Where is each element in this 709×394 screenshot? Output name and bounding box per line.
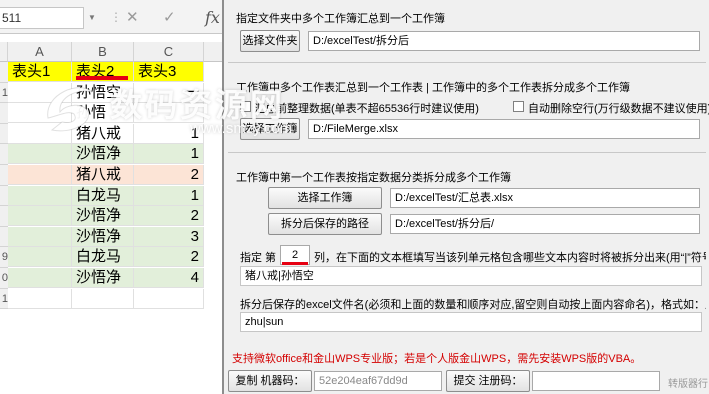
header-cell-c[interactable]: 表头3: [134, 62, 204, 82]
save-path-button[interactable]: 拆分后保存的路径: [268, 213, 382, 235]
header-cell-a[interactable]: 表头1: [8, 62, 72, 82]
row-header[interactable]: [0, 226, 8, 248]
organize-data-checkbox[interactable]: [240, 101, 251, 112]
cell-a[interactable]: [8, 247, 72, 268]
cell-b[interactable]: 白龙马: [72, 247, 134, 268]
column-header-b[interactable]: B: [72, 42, 134, 62]
cell-a[interactable]: [8, 123, 72, 144]
save-path-field[interactable]: D:/excelTest/拆分后/: [390, 214, 700, 234]
support-note: 支持微软office和金山WPS专业版；若是个人版金山WPS，需先安装WPS版的…: [232, 353, 642, 365]
cell-a[interactable]: [8, 206, 72, 227]
output-filename-label: 拆分后保存的excel文件名(必须和上面的数量和顺序对应,留空则自动按上面内容命…: [240, 299, 706, 311]
cell-a[interactable]: [8, 185, 72, 206]
excel-window: 511 ▼ ⋮ ✕ ✓ fx A B C 表头1 表头2 表头3 1 孙悟空一孙悟 猪八戒…: [0, 0, 240, 394]
cell-b[interactable]: 白龙马: [72, 185, 134, 206]
cell-b[interactable]: 沙悟净: [72, 226, 134, 247]
row-header[interactable]: 0: [0, 268, 8, 289]
row-header[interactable]: [0, 103, 8, 124]
cell-c[interactable]: 3: [134, 226, 204, 247]
cell-c[interactable]: [134, 288, 204, 309]
source-workbook-field[interactable]: D:/excelTest/汇总表.xlsx: [390, 188, 700, 208]
cell-b[interactable]: 猪八戒: [72, 123, 134, 144]
row-header[interactable]: 1: [0, 288, 8, 310]
cell-b[interactable]: 孙悟空: [72, 82, 134, 103]
cell-c[interactable]: 2: [134, 165, 204, 185]
cell-c[interactable]: 1: [134, 185, 204, 206]
copy-machine-code-button[interactable]: 复制 机器码：: [228, 370, 312, 392]
row-header[interactable]: [0, 206, 8, 227]
cell-c[interactable]: 1: [134, 123, 204, 144]
cell-c[interactable]: 2: [134, 247, 204, 268]
cell-a[interactable]: [8, 144, 72, 165]
column-header-c[interactable]: C: [134, 42, 204, 62]
cell-b[interactable]: 孙悟: [72, 103, 134, 124]
section-divider: [228, 152, 706, 153]
cell-a[interactable]: [8, 226, 72, 247]
column-header-a[interactable]: A: [8, 42, 72, 62]
red-annotation-underline: [282, 262, 308, 265]
row-header[interactable]: 1: [0, 82, 8, 104]
section-split-title: 工作簿中第一个工作表按指定数据分类拆分成多个工作簿: [236, 172, 511, 184]
submit-registration-button[interactable]: 提交 注册码：: [446, 370, 530, 392]
cell-a[interactable]: [8, 82, 72, 103]
enter-formula-button[interactable]: ✓: [163, 8, 176, 26]
row-header[interactable]: [0, 62, 8, 83]
select-workbook-button[interactable]: 选择工作簿: [240, 118, 300, 140]
row-header[interactable]: [0, 123, 8, 145]
output-filename-field[interactable]: zhu|sun: [240, 312, 702, 332]
status-label: 转版器行: [668, 379, 708, 390]
delete-empty-rows-label: 自动删除空行(万行级数据不建议使用): [528, 103, 709, 115]
cell-c[interactable]: 2: [134, 206, 204, 227]
split-merge-dialog: 指定文件夹中多个工作簿汇总到一个工作簿 选择文件夹 D:/excelTest/拆…: [222, 0, 709, 394]
section-merge-sheets-title: 工作簿中多个工作表汇总到一个工作表 | 工作簿中的多个工作表拆分成多个工作簿: [236, 82, 630, 94]
row-header[interactable]: [0, 165, 8, 186]
delete-empty-rows-checkbox[interactable]: [513, 101, 524, 112]
cell-c[interactable]: 4: [134, 268, 204, 288]
column-instruction-label: 列，在下面的文本框填写当该列单元格包含哪些文本内容时将被拆分出来(用“|”符号分…: [314, 252, 706, 264]
section-merge-folder-title: 指定文件夹中多个工作簿汇总到一个工作簿: [236, 13, 445, 25]
select-workbook-button[interactable]: 选择工作簿: [268, 187, 382, 209]
cell-b[interactable]: 猪八戒: [72, 165, 134, 185]
cell-a[interactable]: [8, 103, 72, 124]
name-box[interactable]: 511: [0, 7, 84, 29]
column-prefix-label: 指定 第: [240, 252, 277, 264]
filter-values-field[interactable]: 猪八戒|孙悟空: [240, 266, 702, 286]
organize-data-label: 汇总前整理数据(单表不超65536行时建议使用): [254, 103, 479, 115]
row-header[interactable]: [0, 185, 8, 207]
cell-c[interactable]: [134, 103, 204, 124]
cell-a[interactable]: [8, 268, 72, 288]
workbook-path-field[interactable]: D:/FileMerge.xlsx: [308, 119, 700, 139]
cell-b[interactable]: 沙悟净: [72, 144, 134, 165]
cancel-formula-button[interactable]: ✕: [126, 8, 139, 26]
cell-c[interactable]: 1: [134, 144, 204, 165]
section-divider: [228, 62, 706, 63]
select-folder-button[interactable]: 选择文件夹: [240, 30, 300, 52]
cell-a[interactable]: [8, 165, 72, 185]
cell-b[interactable]: 沙悟净: [72, 268, 134, 288]
folder-path-field[interactable]: D:/excelTest/拆分后: [308, 31, 700, 51]
registration-code-field[interactable]: [532, 371, 660, 391]
formula-bar-divider: ⋮: [110, 10, 122, 24]
machine-code-field[interactable]: 52e204eaf67dd9d: [314, 371, 442, 391]
red-annotation-underline: [76, 76, 128, 80]
cell-b[interactable]: [72, 288, 134, 309]
insert-function-button[interactable]: fx: [205, 8, 220, 27]
cell-a[interactable]: [8, 288, 72, 309]
cell-b[interactable]: 沙悟净: [72, 206, 134, 227]
row-header[interactable]: 9: [0, 247, 8, 268]
select-all-corner[interactable]: [0, 42, 8, 62]
formula-bar: 511 ▼ ⋮ ✕ ✓ fx: [0, 0, 240, 34]
cell-c[interactable]: 一: [134, 82, 204, 103]
row-header[interactable]: [0, 144, 8, 165]
chevron-down-icon[interactable]: ▼: [88, 13, 96, 22]
